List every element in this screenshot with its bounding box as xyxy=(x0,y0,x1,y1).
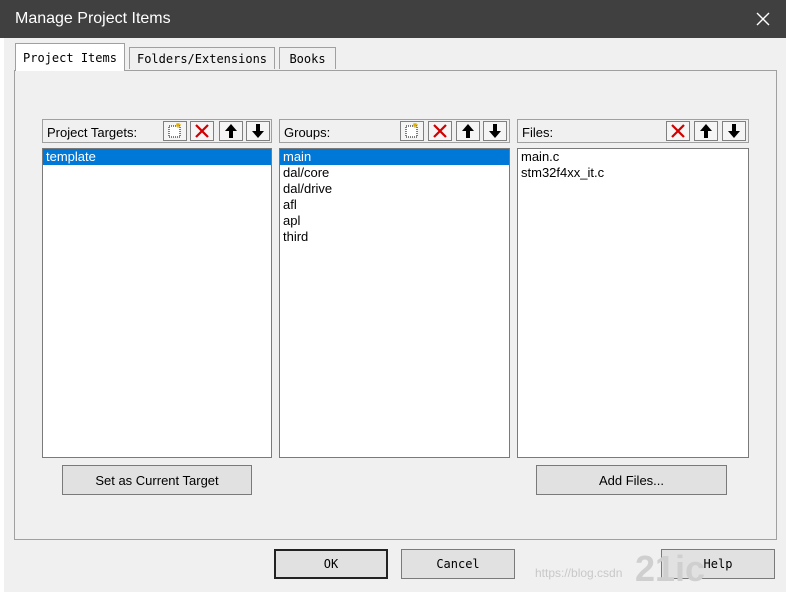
delete-icon xyxy=(433,124,447,138)
groups-list[interactable]: main dal/core dal/drive afl apl third xyxy=(279,148,510,458)
left-edge xyxy=(0,38,4,592)
list-item[interactable]: main xyxy=(280,149,509,165)
window-title: Manage Project Items xyxy=(15,10,171,27)
move-down-target-button[interactable] xyxy=(246,121,270,141)
set-current-target-button[interactable]: Set as Current Target xyxy=(62,465,252,495)
targets-header-label: Project Targets: xyxy=(47,125,138,140)
title-bar: Manage Project Items xyxy=(0,0,786,38)
arrow-up-icon xyxy=(462,124,474,138)
new-group-button[interactable] xyxy=(400,121,424,141)
add-files-button[interactable]: Add Files... xyxy=(536,465,727,495)
move-up-file-button[interactable] xyxy=(694,121,718,141)
move-down-file-button[interactable] xyxy=(722,121,746,141)
close-icon xyxy=(756,12,770,26)
files-list[interactable]: main.c stm32f4xx_it.c xyxy=(517,148,749,458)
files-header: Files: xyxy=(517,119,749,143)
delete-group-button[interactable] xyxy=(428,121,452,141)
list-item[interactable]: stm32f4xx_it.c xyxy=(518,165,748,181)
targets-header: Project Targets: xyxy=(42,119,272,143)
button-label: OK xyxy=(323,557,339,571)
arrow-down-icon xyxy=(489,124,501,138)
list-item[interactable]: third xyxy=(280,229,509,245)
move-down-group-button[interactable] xyxy=(483,121,507,141)
button-label: Cancel xyxy=(436,557,480,571)
delete-file-button[interactable] xyxy=(666,121,690,141)
arrow-up-icon xyxy=(700,124,712,138)
delete-target-button[interactable] xyxy=(190,121,214,141)
watermark-logo: 21ic xyxy=(635,548,706,589)
close-button[interactable] xyxy=(740,0,786,38)
list-item[interactable]: main.c xyxy=(518,149,748,165)
tab-books[interactable]: Books xyxy=(279,47,336,69)
tab-label: Books xyxy=(289,51,326,66)
delete-icon xyxy=(671,124,685,138)
move-up-target-button[interactable] xyxy=(219,121,243,141)
list-item[interactable]: template xyxy=(43,149,271,165)
targets-list[interactable]: template xyxy=(42,148,272,458)
arrow-down-icon xyxy=(728,124,740,138)
tab-project-items[interactable]: Project Items xyxy=(15,43,125,71)
list-item[interactable]: dal/core xyxy=(280,165,509,181)
tab-label: Project Items xyxy=(23,50,117,65)
list-item[interactable]: apl xyxy=(280,213,509,229)
cancel-button[interactable]: Cancel xyxy=(401,549,515,579)
ok-button[interactable]: OK xyxy=(274,549,388,579)
tab-label: Folders/Extensions xyxy=(136,51,268,66)
delete-icon xyxy=(195,124,209,138)
button-label: Help xyxy=(703,557,733,571)
new-item-icon xyxy=(168,123,181,138)
list-item[interactable]: dal/drive xyxy=(280,181,509,197)
groups-header: Groups: xyxy=(279,119,510,143)
button-label: Add Files... xyxy=(598,472,665,488)
arrow-up-icon xyxy=(225,124,237,138)
watermark-url: https://blog.csdn xyxy=(535,566,623,580)
files-header-label: Files: xyxy=(522,125,554,140)
button-label: Set as Current Target xyxy=(95,472,219,488)
arrow-down-icon xyxy=(252,124,264,138)
move-up-group-button[interactable] xyxy=(456,121,480,141)
groups-header-label: Groups: xyxy=(284,125,331,140)
new-target-button[interactable] xyxy=(163,121,187,141)
tab-folders-extensions[interactable]: Folders/Extensions xyxy=(129,47,275,69)
new-item-icon xyxy=(405,123,418,138)
list-item[interactable]: afl xyxy=(280,197,509,213)
